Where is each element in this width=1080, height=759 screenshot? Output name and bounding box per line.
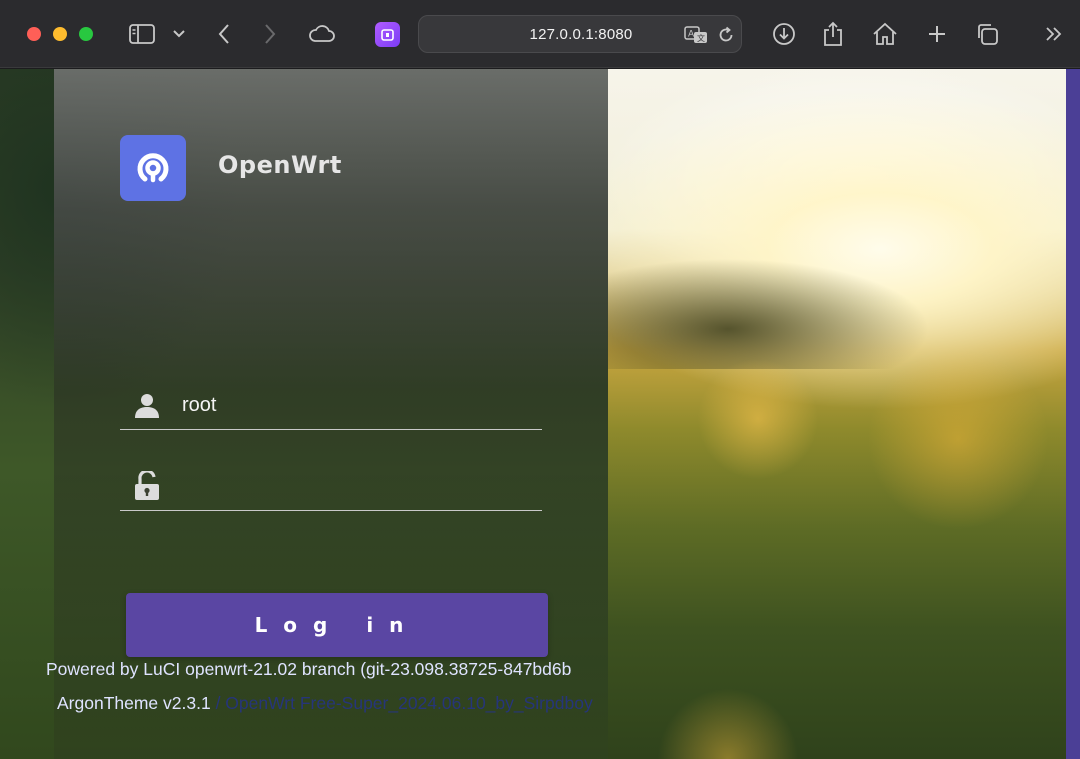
background-grass-glow (608, 339, 1080, 759)
icloud-icon[interactable] (306, 18, 338, 50)
forward-icon[interactable] (254, 18, 286, 50)
new-tab-icon[interactable] (921, 18, 953, 50)
footer-theme-link[interactable]: ArgonTheme v2.3.1 (57, 693, 211, 713)
lock-icon (132, 471, 162, 501)
sidebar-icon[interactable] (126, 18, 158, 50)
home-icon[interactable] (869, 18, 901, 50)
download-icon[interactable] (768, 18, 800, 50)
svg-text:文: 文 (697, 33, 705, 43)
footer-version: ArgonTheme v2.3.1 / OpenWrt Free-Super_2… (57, 693, 608, 714)
tabs-overview-icon[interactable] (971, 18, 1003, 50)
openwrt-logo-icon (120, 135, 186, 201)
login-page: OpenWrt Log in Powered b (0, 69, 1080, 759)
page-scroll-edge (1066, 69, 1080, 759)
footer-build-info: / OpenWrt Free-Super_2024.06.10_by_Sirpd… (210, 693, 593, 713)
share-icon[interactable] (817, 18, 849, 50)
user-icon (132, 390, 162, 420)
footer-powered-by: Powered by LuCI openwrt-21.02 branch (gi… (46, 659, 572, 679)
login-panel: OpenWrt Log in Powered b (46, 69, 608, 759)
more-icon[interactable] (1038, 18, 1070, 50)
close-window-button[interactable] (27, 27, 41, 41)
username-input[interactable] (182, 388, 532, 422)
browser-toolbar: 127.0.0.1:8080 A文 (0, 0, 1080, 68)
reload-icon[interactable] (711, 19, 741, 51)
login-button[interactable]: Log in (126, 593, 548, 657)
brand-name: OpenWrt (218, 151, 342, 179)
password-input[interactable] (182, 469, 532, 503)
translate-icon[interactable]: A文 (681, 19, 711, 51)
zoom-window-button[interactable] (79, 27, 93, 41)
username-field[interactable] (120, 382, 542, 430)
address-bar[interactable]: 127.0.0.1:8080 A文 (418, 15, 742, 53)
password-field[interactable] (120, 463, 542, 511)
back-icon[interactable] (208, 18, 240, 50)
chevron-down-icon[interactable] (163, 18, 195, 50)
minimize-window-button[interactable] (53, 27, 67, 41)
extension-icon[interactable] (375, 22, 400, 47)
svg-text:A: A (688, 30, 695, 40)
